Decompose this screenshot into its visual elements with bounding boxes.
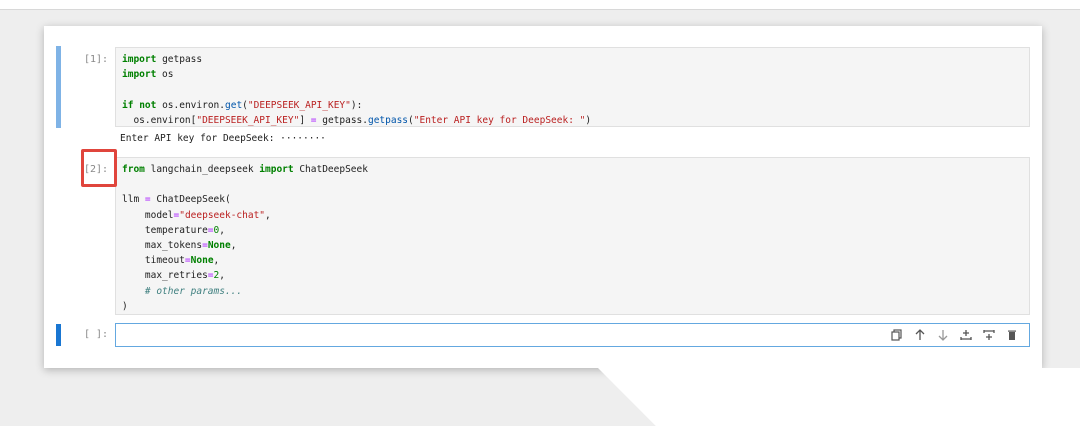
code-cell-2[interactable]: [2]: from langchain_deepseek import Chat… — [44, 156, 1042, 316]
cell-collapser-3[interactable] — [56, 324, 61, 346]
code-line: ) — [122, 300, 128, 312]
code-cell-1[interactable]: [1]: import getpass import os if not os.… — [44, 44, 1042, 146]
prompt-highlight-box — [81, 149, 117, 187]
code-line: timeout=None, — [122, 255, 220, 267]
code-editor-3[interactable] — [115, 323, 1030, 347]
copy-icon[interactable] — [890, 328, 904, 342]
insert-above-icon[interactable] — [959, 328, 973, 342]
move-down-icon[interactable] — [936, 328, 950, 342]
code-line: max_tokens=None, — [122, 240, 237, 252]
cell-output-1: Enter API key for DeepSeek: ········ — [120, 133, 326, 144]
code-line: os.environ["DEEPSEEK_API_KEY"] = getpass… — [122, 114, 592, 126]
code-editor-1[interactable]: import getpass import os if not os.envir… — [115, 47, 1030, 127]
code-line: temperature=0, — [122, 224, 225, 236]
code-line: max_retries=2, — [122, 270, 225, 282]
cell-collapser-1[interactable] — [56, 46, 61, 128]
notebook-panel: [1]: import getpass import os if not os.… — [44, 26, 1042, 368]
move-up-icon[interactable] — [913, 328, 927, 342]
code-line: from langchain_deepseek import ChatDeepS… — [122, 164, 368, 175]
code-editor-2[interactable]: from langchain_deepseek import ChatDeepS… — [115, 157, 1030, 315]
code-line: if not os.environ.get("DEEPSEEK_API_KEY"… — [122, 99, 363, 111]
top-bar — [0, 0, 1080, 10]
insert-below-icon[interactable] — [982, 328, 996, 342]
delete-icon[interactable] — [1005, 328, 1019, 342]
code-line: model="deepseek-chat", — [122, 209, 271, 221]
code-line: llm = ChatDeepSeek( — [122, 194, 231, 206]
page-curl-shadow — [598, 368, 1080, 426]
code-cell-3[interactable]: [ ]: — [44, 323, 1042, 347]
code-line: import os — [122, 69, 174, 81]
code-line: import getpass — [122, 54, 203, 65]
cell-toolbar — [890, 324, 1019, 346]
code-line: # other params... — [144, 285, 243, 297]
